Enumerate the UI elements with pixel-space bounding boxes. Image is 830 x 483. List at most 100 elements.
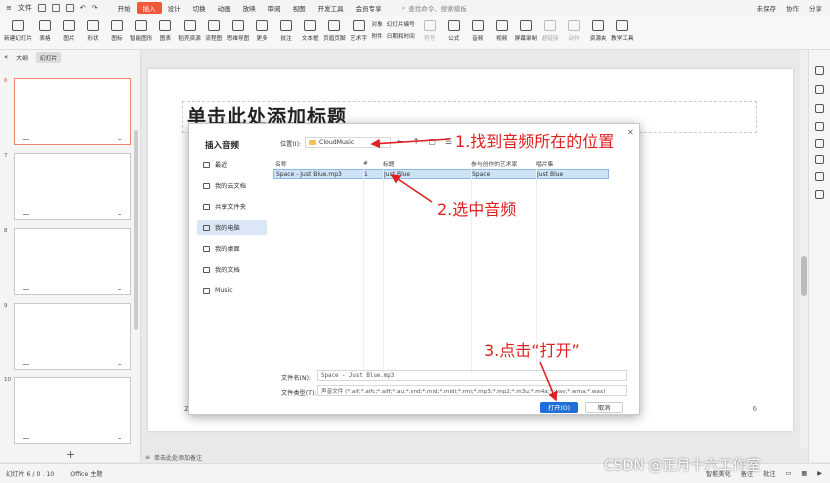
nav-label: 我的文档 [215, 267, 240, 274]
tab-insert[interactable]: 插入 [136, 2, 162, 14]
nav-my-computer[interactable]: 我的电脑 [197, 220, 267, 235]
open-button[interactable]: 打开(O) [540, 402, 578, 413]
view-mode-icon[interactable]: ☰ [445, 137, 452, 146]
flowchart-button[interactable]: 流程图 [203, 16, 225, 42]
picture-button[interactable]: 图片 [58, 16, 80, 42]
nav-shared-folder[interactable]: 共享文件夹 [197, 199, 267, 214]
close-icon[interactable]: ✕ [627, 128, 634, 137]
location-icon[interactable] [815, 172, 824, 181]
tab-animation[interactable]: 动画 [212, 2, 237, 14]
teaching-tools-label: 教学工具 [611, 36, 634, 42]
attachment-button[interactable]: 附件 [372, 32, 383, 40]
add-slide-icon[interactable]: + [66, 448, 75, 461]
location-select[interactable]: CloudMusic [305, 137, 391, 148]
chart-button[interactable]: 图表 [154, 16, 176, 42]
nav-documents[interactable]: 我的文档 [197, 262, 267, 277]
file-row-selected[interactable]: Space - Just Blue.mp3 1 Just Blue Space … [273, 169, 609, 179]
pointer-icon[interactable] [815, 66, 824, 75]
resource-folder-button[interactable]: 资源夹 [587, 16, 609, 42]
slide-number-button[interactable]: 幻灯片编号 [387, 20, 415, 28]
smartart-button[interactable]: 智能图形 [130, 16, 152, 42]
menu-icon[interactable]: ≡ [6, 4, 12, 12]
image-icon[interactable] [815, 122, 824, 131]
up-icon[interactable]: ↑ [413, 137, 420, 146]
screen-record-button[interactable]: 屏幕录制 [515, 16, 537, 42]
formula-button[interactable]: 公式 [443, 16, 465, 42]
filetype-select[interactable]: 声音文件 (*.aif;*.aifc;*.aiff;*.au;*.snd;*.m… [317, 385, 627, 396]
tab-design[interactable]: 设计 [162, 2, 187, 14]
redo-icon[interactable]: ↷ [92, 4, 98, 12]
collapse-panel-icon[interactable]: « [4, 53, 8, 61]
tab-transition[interactable]: 切换 [187, 2, 212, 14]
tab-start[interactable]: 开始 [112, 2, 137, 14]
tab-member[interactable]: 会员专享 [350, 2, 388, 14]
new-folder-icon[interactable]: ▢ [428, 137, 436, 146]
col-artist[interactable]: 参与创作的艺术家 [471, 159, 536, 168]
video-button[interactable]: 视频 [491, 16, 513, 42]
tab-slides[interactable]: 幻灯片 [35, 51, 62, 63]
wordart-button[interactable]: 艺术字 [348, 16, 370, 42]
object-button[interactable]: 对象 [372, 20, 383, 28]
tab-outline[interactable]: 大纲 [12, 52, 32, 63]
save-icon[interactable] [37, 4, 46, 12]
panel-scrollbar[interactable] [134, 130, 138, 330]
header-footer-button[interactable]: 页眉页脚 [323, 16, 346, 42]
tab-view[interactable]: 视图 [287, 2, 312, 14]
canvas-scrollbar[interactable] [800, 50, 808, 448]
help-icon[interactable] [815, 139, 824, 148]
table-button[interactable]: 表格 [34, 16, 56, 42]
docer-resource-button[interactable]: 稻壳资源 [178, 16, 201, 42]
date-time-button[interactable]: 日期和时间 [387, 32, 415, 40]
col-num[interactable]: # [363, 161, 383, 167]
folder-icon [203, 287, 210, 294]
action-button[interactable]: 动作 [563, 16, 585, 42]
more-button[interactable]: 更多 [251, 16, 273, 42]
adjust-icon[interactable] [815, 85, 824, 94]
filename-input[interactable]: Space - Just Blue.mp3 [317, 370, 627, 381]
slide-thumbnail[interactable] [14, 228, 131, 295]
nav-desktop[interactable]: 我的桌面 [197, 241, 267, 256]
header-footer-icon [328, 20, 341, 31]
slide-thumbnail[interactable] [14, 377, 131, 444]
audio-button[interactable]: 音频 [467, 16, 489, 42]
collab-button[interactable]: 协作 [786, 3, 799, 13]
scrollbar-thumb[interactable] [801, 256, 807, 296]
slide-thumbnail[interactable] [14, 78, 131, 145]
comments-button[interactable]: 批注 [763, 469, 775, 478]
share-button[interactable]: 分享 [809, 3, 822, 13]
unsaved-status[interactable]: 未保存 [757, 3, 777, 13]
tab-devtools[interactable]: 开发工具 [312, 2, 350, 14]
comment-button[interactable]: 批注 [275, 16, 297, 42]
col-album[interactable]: 唱片集 [536, 159, 606, 168]
undo-icon[interactable]: ↶ [80, 4, 86, 12]
hyperlink-button[interactable]: 超链接 [539, 16, 561, 42]
slide-thumbnail[interactable] [14, 153, 131, 220]
new-slide-button[interactable]: 新建幻灯片 [4, 16, 32, 42]
shape-button[interactable]: 形状 [82, 16, 104, 42]
tab-slideshow[interactable]: 放映 [237, 2, 262, 14]
star-icon[interactable] [815, 104, 824, 113]
gallery-icon[interactable] [815, 155, 824, 164]
symbol-button[interactable]: 符号 [419, 16, 441, 42]
icon-button[interactable]: 图标 [106, 16, 128, 42]
print-icon[interactable] [65, 4, 74, 12]
nav-cloud-docs[interactable]: 我的云文档 [197, 178, 267, 193]
export-icon[interactable] [51, 4, 60, 12]
nav-music[interactable]: Music [197, 283, 267, 298]
teaching-tools-button[interactable]: 教学工具 [611, 16, 634, 42]
col-title[interactable]: 标题 [383, 159, 471, 168]
view-sorter-icon[interactable]: ▦ [801, 470, 807, 477]
tab-review[interactable]: 审阅 [262, 2, 287, 14]
command-search[interactable]: ⌕ 查找命令、搜索模板 [402, 3, 467, 14]
layers-icon[interactable] [815, 190, 824, 199]
mindmap-button[interactable]: 思维导图 [227, 16, 249, 42]
play-icon[interactable]: ▶ [817, 470, 822, 477]
col-name[interactable]: 名称 [273, 159, 363, 168]
view-normal-icon[interactable]: ▭ [786, 470, 792, 477]
slide-thumbnail[interactable] [14, 303, 131, 370]
textbox-button[interactable]: 文本框 [299, 16, 321, 42]
nav-recent[interactable]: 最近 [197, 157, 267, 172]
cancel-button[interactable]: 取消 [585, 402, 623, 413]
back-icon[interactable]: ← [397, 137, 404, 146]
file-menu[interactable]: 文件 [18, 3, 32, 13]
